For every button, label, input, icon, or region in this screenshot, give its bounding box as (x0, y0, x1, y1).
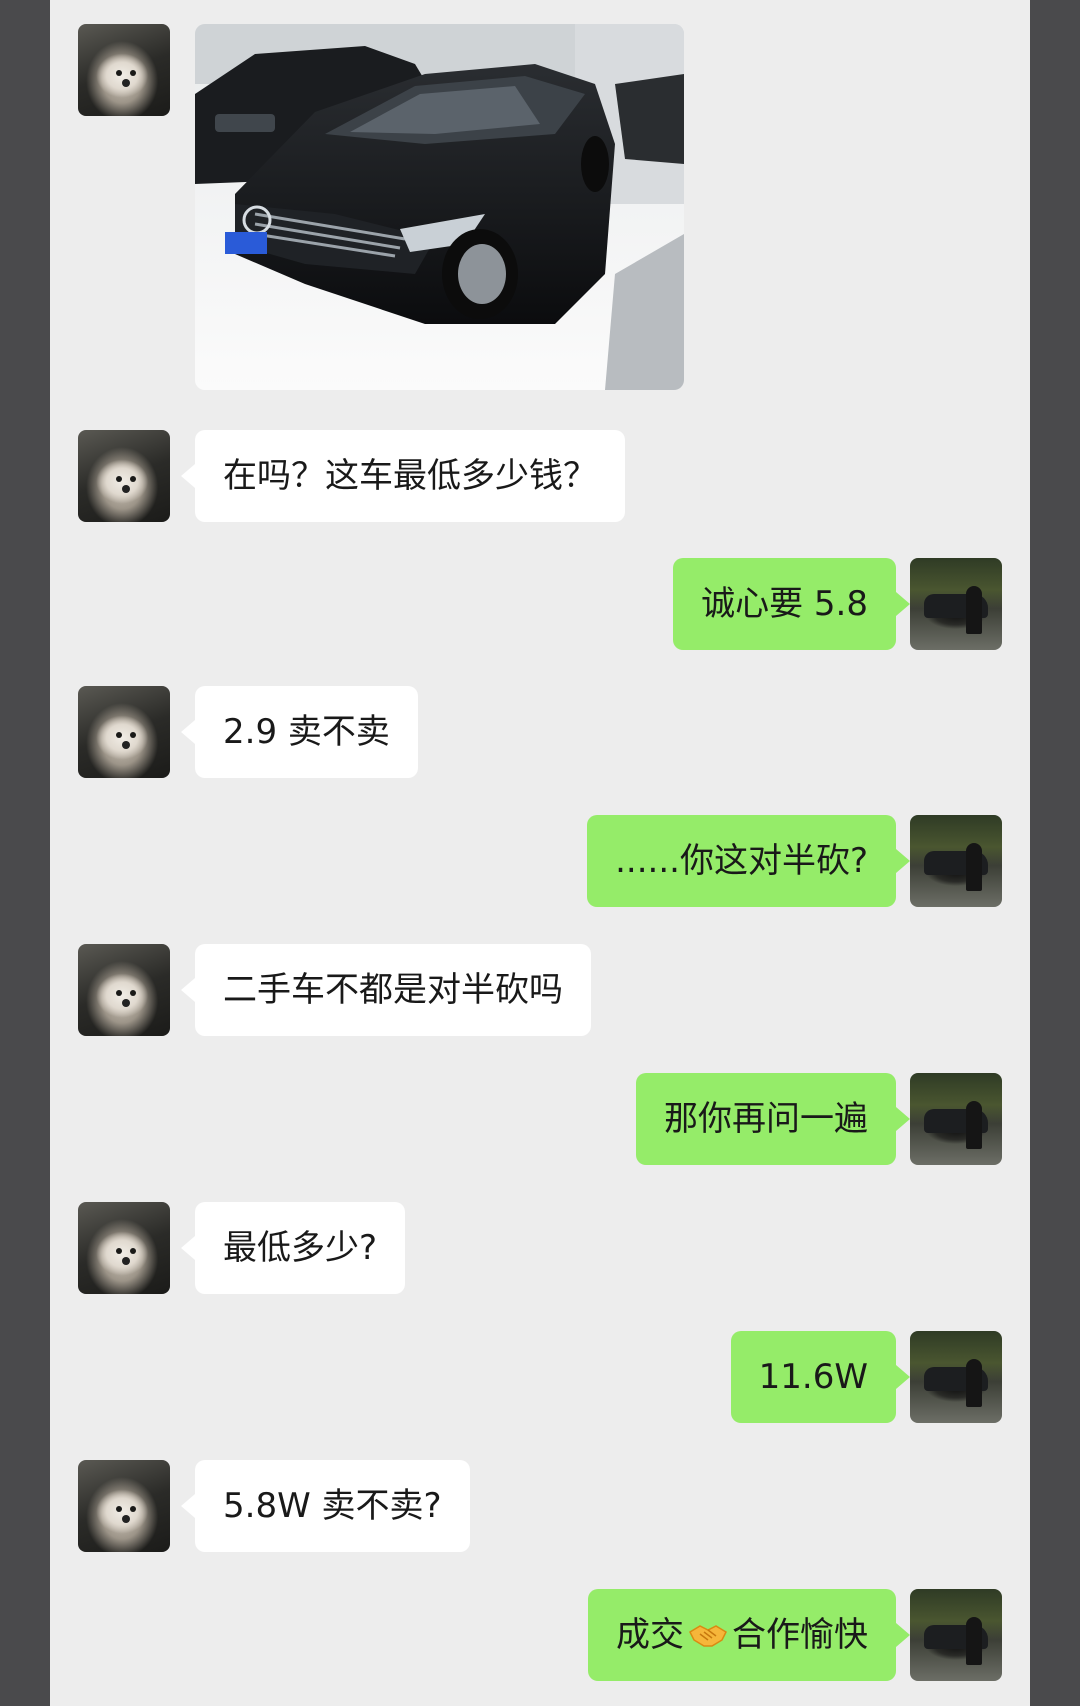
message-bubble[interactable]: 在吗？这车最低多少钱？ (181, 430, 625, 522)
chat-window: 在吗？这车最低多少钱？ 诚心要 5.8 2.9 卖不卖 ......你这对半砍?… (50, 0, 1030, 1706)
message-incoming: 2.9 卖不卖 (50, 686, 1030, 778)
contact-avatar[interactable] (78, 1202, 170, 1294)
message-incoming: 二手车不都是对半砍吗 (50, 944, 1030, 1036)
message-bubble[interactable]: 诚心要 5.8 (673, 558, 910, 650)
message-outgoing: 成交 合作愉快 (50, 1589, 1030, 1681)
message-text-before: 成交 (616, 1615, 684, 1655)
message-incoming-image (50, 0, 1030, 400)
message-outgoing: 11.6W (50, 1331, 1030, 1423)
message-incoming: 在吗？这车最低多少钱？ (50, 430, 1030, 522)
message-outgoing: 诚心要 5.8 (50, 558, 1030, 650)
message-bubble[interactable]: 5.8W 卖不卖? (181, 1460, 470, 1552)
user-avatar[interactable] (910, 1073, 1002, 1165)
message-bubble[interactable]: ......你这对半砍? (587, 815, 910, 907)
contact-avatar[interactable] (78, 430, 170, 522)
message-bubble[interactable]: 那你再问一遍 (636, 1073, 910, 1165)
car-photo-illustration (195, 24, 684, 390)
message-bubble[interactable]: 11.6W (730, 1331, 911, 1423)
contact-avatar[interactable] (78, 944, 170, 1036)
message-bubble[interactable]: 最低多少? (180, 1202, 406, 1294)
message-incoming: 5.8W 卖不卖? (50, 1460, 1030, 1552)
message-bubble[interactable]: 成交 合作愉快 (588, 1589, 910, 1681)
message-bubble[interactable]: 二手车不都是对半砍吗 (181, 944, 591, 1036)
message-incoming: 最低多少? (50, 1202, 1030, 1294)
user-avatar[interactable] (910, 1589, 1002, 1681)
message-outgoing: 那你再问一遍 (50, 1073, 1030, 1165)
contact-avatar[interactable] (78, 686, 170, 778)
handshake-icon (688, 1593, 728, 1647)
user-avatar[interactable] (910, 815, 1002, 907)
contact-avatar[interactable] (78, 1460, 170, 1552)
contact-avatar[interactable] (78, 24, 170, 116)
car-photo[interactable] (195, 24, 684, 390)
message-bubble[interactable]: 2.9 卖不卖 (181, 686, 418, 778)
user-avatar[interactable] (910, 1331, 1002, 1423)
user-avatar[interactable] (910, 558, 1002, 650)
message-text-after: 合作愉快 (732, 1615, 868, 1655)
message-outgoing: ......你这对半砍? (50, 815, 1030, 907)
